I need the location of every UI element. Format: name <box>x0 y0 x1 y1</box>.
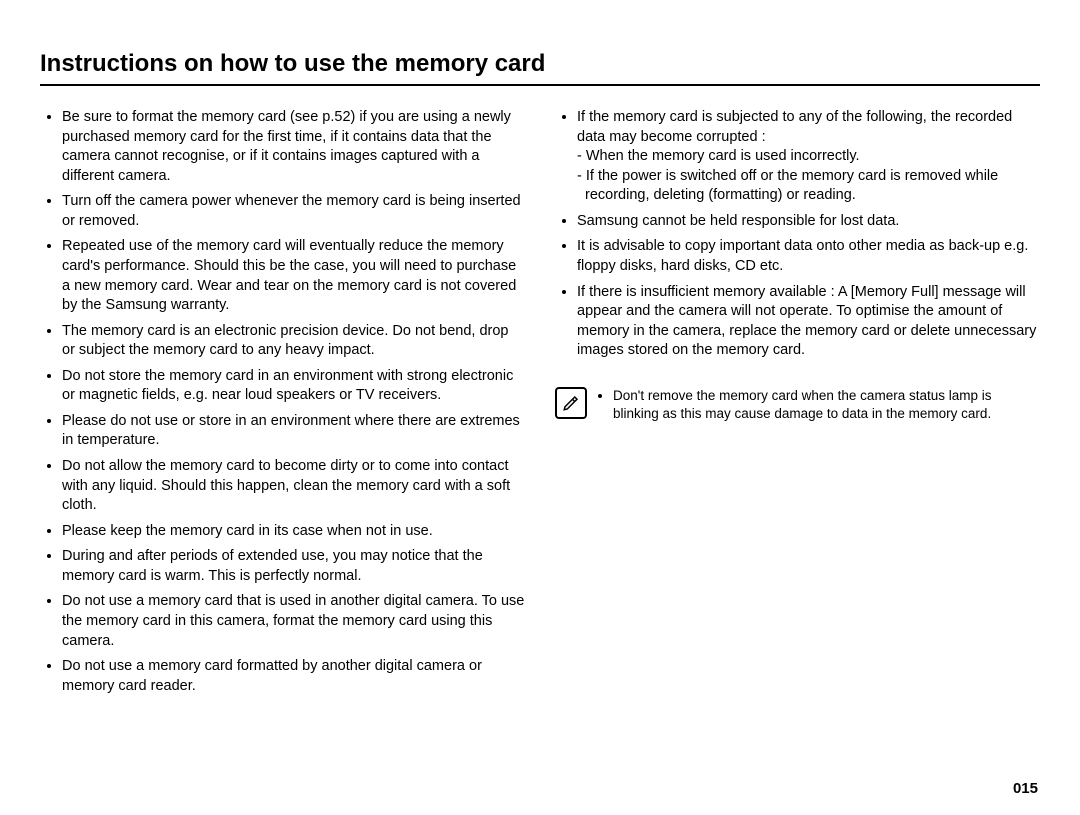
sub-list-item: - When the memory card is used incorrect… <box>577 147 1040 167</box>
list-item: Samsung cannot be held responsible for l… <box>577 212 1040 232</box>
list-item: Turn off the camera power whenever the m… <box>62 192 525 231</box>
list-item-text: If the memory card is subjected to any o… <box>577 109 1012 145</box>
note-text: Don't remove the memory card when the ca… <box>613 387 1040 423</box>
list-item: Please do not use or store in an environ… <box>62 412 525 451</box>
sub-list: - When the memory card is used incorrect… <box>577 147 1040 206</box>
note-text-container: Don't remove the memory card when the ca… <box>597 387 1040 423</box>
list-item: It is advisable to copy important data o… <box>577 237 1040 276</box>
page-title: Instructions on how to use the memory ca… <box>40 50 1040 86</box>
note-box: Don't remove the memory card when the ca… <box>555 387 1040 423</box>
list-item: Do not store the memory card in an envir… <box>62 367 525 406</box>
list-item: The memory card is an electronic precisi… <box>62 322 525 361</box>
list-item: Be sure to format the memory card (see p… <box>62 108 525 186</box>
list-item: During and after periods of extended use… <box>62 547 525 586</box>
list-item: Do not use a memory card that is used in… <box>62 592 525 651</box>
right-bullet-list: If the memory card is subjected to any o… <box>555 108 1040 361</box>
list-item: Repeated use of the memory card will eve… <box>62 237 525 315</box>
list-item: If the memory card is subjected to any o… <box>577 108 1040 206</box>
left-column: Be sure to format the memory card (see p… <box>40 108 525 702</box>
page-number: 015 <box>1013 780 1038 797</box>
list-item: Do not allow the memory card to become d… <box>62 457 525 516</box>
note-icon <box>555 387 587 419</box>
list-item: Please keep the memory card in its case … <box>62 522 525 542</box>
left-bullet-list: Be sure to format the memory card (see p… <box>40 108 525 696</box>
manual-page: Instructions on how to use the memory ca… <box>0 0 1080 815</box>
list-item: If there is insufficient memory availabl… <box>577 283 1040 361</box>
list-item: Do not use a memory card formatted by an… <box>62 657 525 696</box>
content-columns: Be sure to format the memory card (see p… <box>40 108 1040 702</box>
sub-list-item: - If the power is switched off or the me… <box>577 167 1040 206</box>
right-column: If the memory card is subjected to any o… <box>555 108 1040 702</box>
